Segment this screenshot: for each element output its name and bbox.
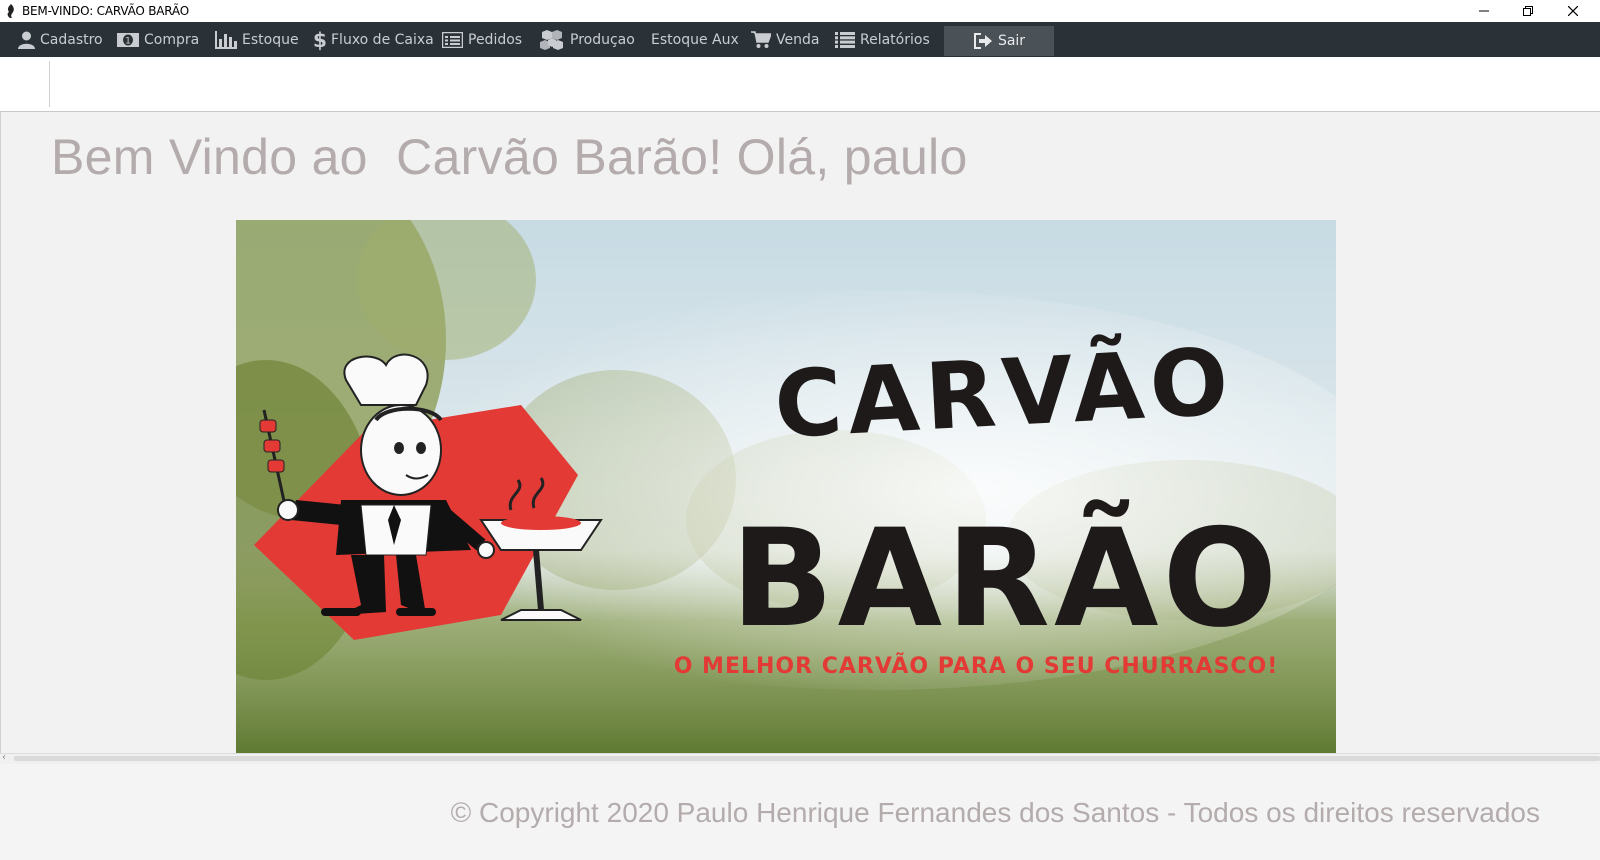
cart-icon (751, 30, 771, 48)
menu-item-fluxo-de-caixa[interactable]: $ Fluxo de Caixa (314, 22, 434, 57)
menu-item-compra[interactable]: 1 Compra (117, 22, 199, 57)
menu-label-venda: Venda (776, 31, 820, 48)
logout-label: Sair (997, 33, 1026, 49)
menu-label-fluxo-de-caixa: Fluxo de Caixa (331, 31, 434, 48)
menu-label-relatorios: Relatórios (860, 31, 930, 48)
menu-item-cadastro[interactable]: Cadastro (18, 22, 103, 57)
main-content-panel: Bem Vindo ao Carvão Barão! Olá, paulo CA… (0, 112, 1600, 753)
toolbar-divider (49, 61, 50, 107)
menu-item-relatorios[interactable]: Relatórios (835, 22, 930, 57)
user-icon (18, 31, 35, 49)
footer: © Copyright 2020 Paulo Henrique Fernande… (0, 764, 1600, 860)
horizontal-scrollbar[interactable]: ‹ (0, 752, 1600, 764)
main-menu-bar: Cadastro 1 Compra Estoque $ Fluxo de Cai… (0, 22, 1600, 57)
restore-icon (1523, 6, 1533, 16)
menu-label-producao: Produçao (570, 31, 635, 48)
cubes-icon (540, 29, 563, 50)
close-button[interactable] (1551, 0, 1595, 22)
menu-label-pedidos: Pedidos (468, 31, 523, 48)
carvao-barao-banner: CARVÃO BARÃO O MELHOR CARVÃO PARA O SEU … (236, 220, 1336, 753)
bar-chart-icon (215, 30, 237, 49)
menu-item-estoque-aux[interactable]: Estoque Aux (651, 22, 739, 57)
sign-out-icon (973, 33, 992, 49)
logout-button[interactable]: Sair (944, 26, 1054, 56)
minimize-icon (1479, 10, 1489, 12)
welcome-heading: Bem Vindo ao Carvão Barão! Olá, paulo (51, 129, 968, 185)
window-title: BEM-VINDO: CARVÃO BARÃO (22, 4, 189, 18)
money-icon: 1 (117, 32, 139, 47)
menu-label-cadastro: Cadastro (40, 31, 103, 48)
scrollbar-thumb[interactable] (14, 756, 1600, 761)
list-box-icon (442, 31, 463, 48)
menu-item-estoque[interactable]: Estoque (215, 22, 299, 57)
toolbar-strip (0, 57, 1600, 112)
copyright-text: © Copyright 2020 Paulo Henrique Fernande… (450, 797, 1540, 828)
app-icon (7, 4, 14, 18)
dollar-icon: $ (314, 29, 326, 51)
list-icon (835, 31, 855, 48)
menu-item-venda[interactable]: Venda (751, 22, 819, 57)
scroll-left-icon[interactable]: ‹ (2, 752, 6, 763)
minimize-button[interactable] (1462, 0, 1506, 22)
menu-item-pedidos[interactable]: Pedidos (442, 22, 522, 57)
menu-label-compra: Compra (144, 31, 200, 48)
brand-slogan: O MELHOR CARVÃO PARA O SEU CHURRASCO! (674, 653, 1279, 679)
svg-text:1: 1 (125, 36, 131, 46)
restore-button[interactable] (1506, 0, 1550, 22)
menu-label-estoque: Estoque (242, 31, 299, 48)
menu-label-estoque-aux: Estoque Aux (651, 31, 739, 48)
banner-image: CARVÃO BARÃO O MELHOR CARVÃO PARA O SEU … (236, 220, 1336, 753)
menu-item-producao[interactable]: Produçao (539, 22, 635, 57)
svg-text:$: $ (314, 29, 326, 51)
window-title-bar: BEM-VINDO: CARVÃO BARÃO (0, 0, 1600, 22)
brand-line2: BARÃO (731, 499, 1282, 657)
close-icon (1568, 6, 1578, 16)
